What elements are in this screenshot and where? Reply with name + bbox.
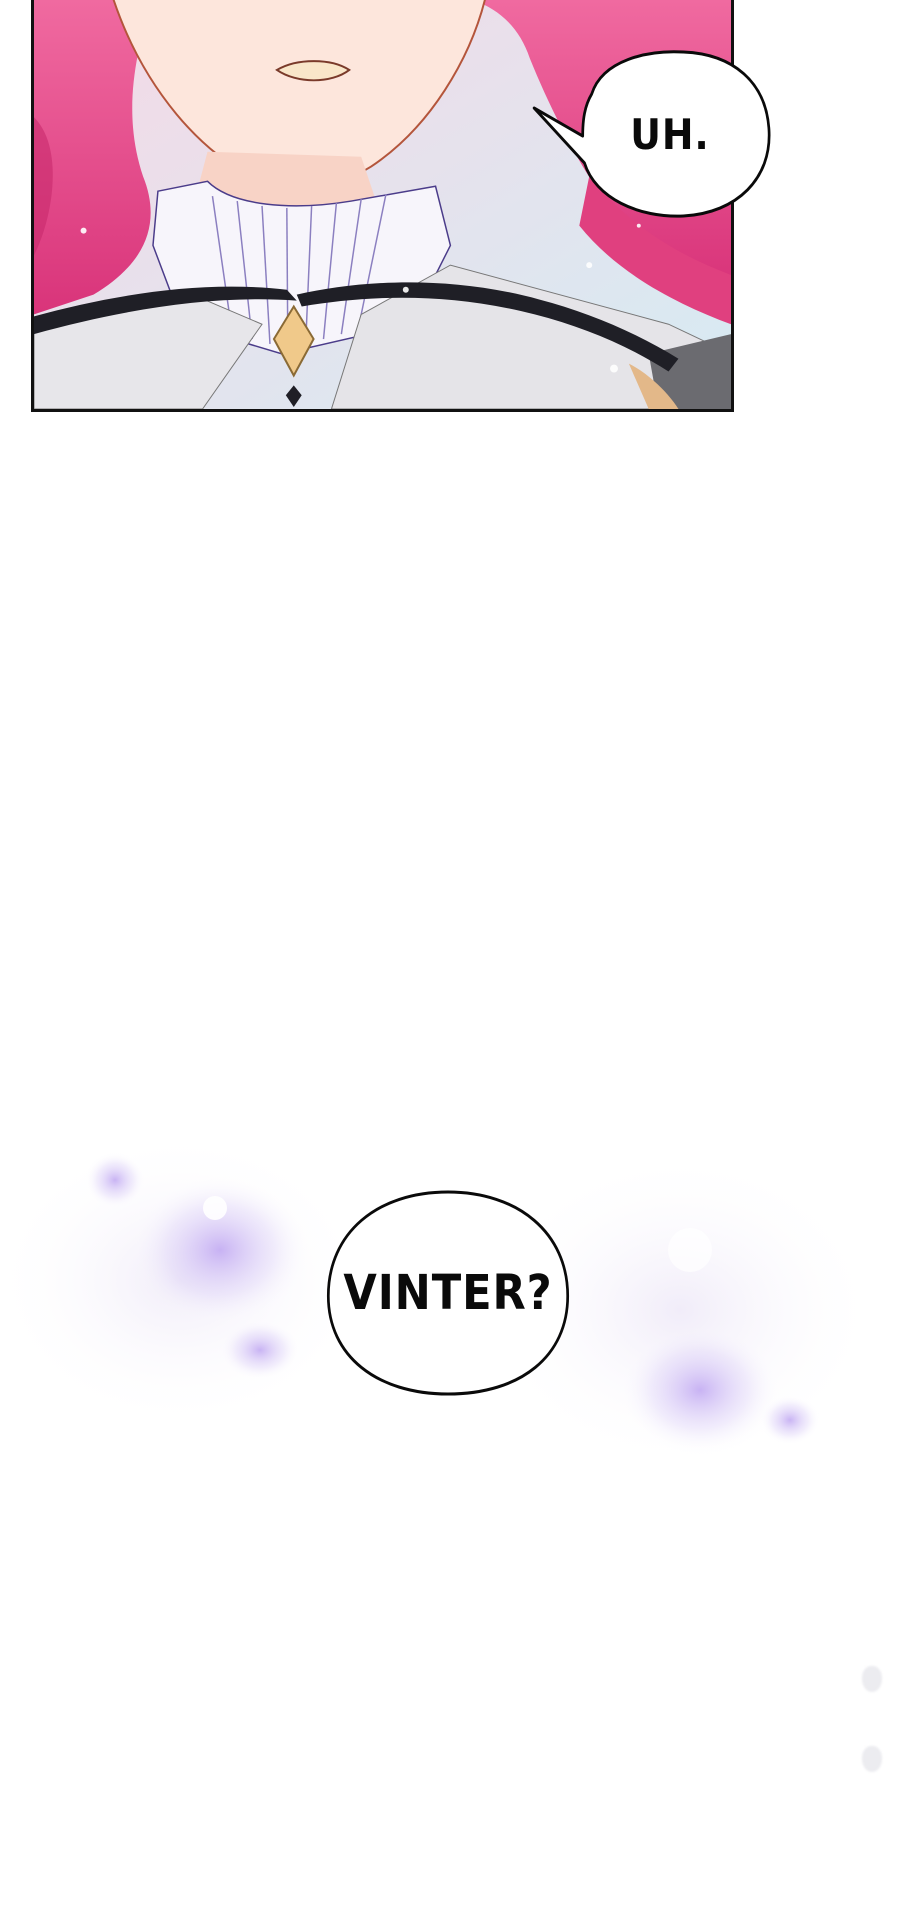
faint-droplet — [862, 1746, 882, 1772]
speech-bubble-vinter: VINTER? — [325, 1188, 572, 1398]
faint-droplet — [862, 1666, 882, 1692]
speech-bubble-uh: UH. — [532, 48, 774, 220]
speech-bubble-text: UH. — [630, 109, 710, 159]
speech-bubble-text: VINTER? — [343, 1265, 553, 1321]
